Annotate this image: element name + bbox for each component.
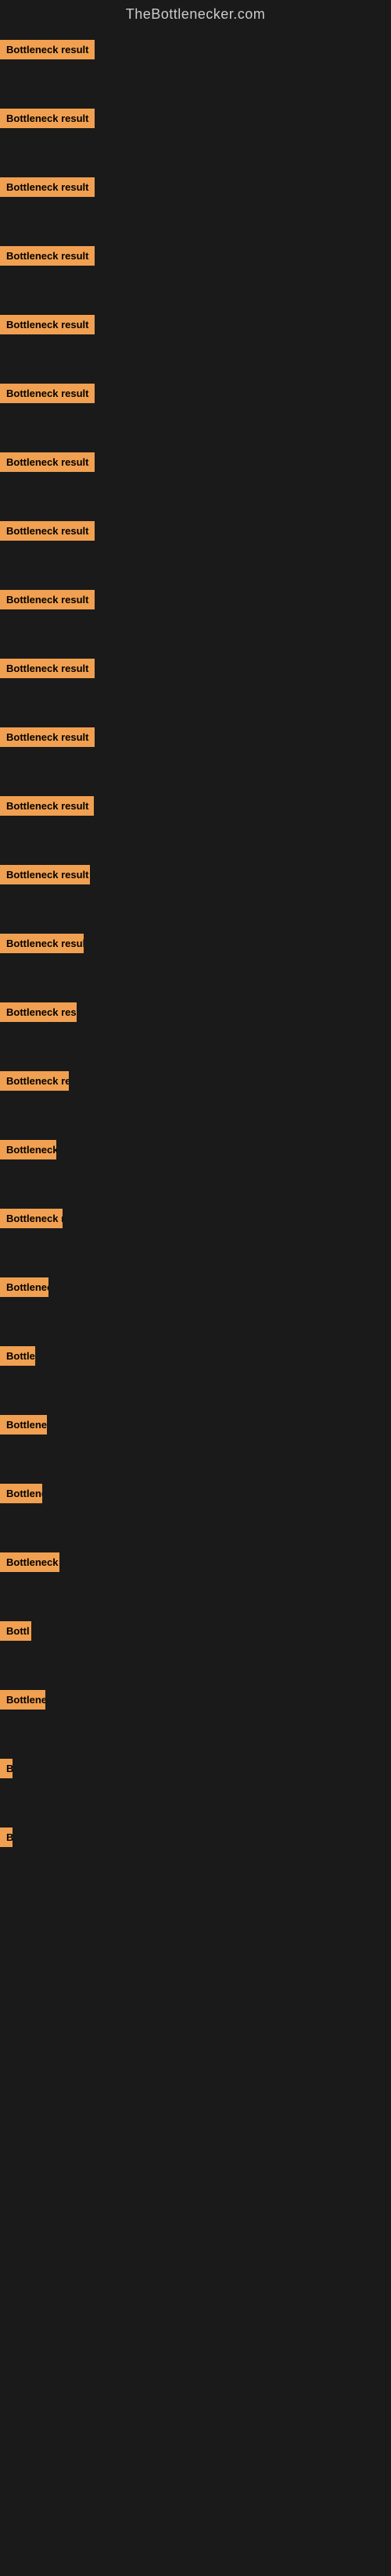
bottleneck-item: Bottleneck result [0,376,391,445]
bottleneck-badge: Bottleneck resu [0,1071,69,1091]
bottleneck-item: Bottleneck resu [0,1063,391,1132]
bottleneck-item: Bottleneck result [0,651,391,720]
bottleneck-badge: Bottle [0,1346,35,1366]
bottleneck-badge: Bottleneck result [0,315,95,334]
bottleneck-item: Bottleneck result [0,995,391,1063]
bottleneck-item: Bottlenec [0,1270,391,1338]
bottleneck-badge: Bottlenec [0,1277,48,1297]
bottleneck-badge: Bottleneck result [0,590,95,609]
bottleneck-badge: Bottleneck result [0,246,95,266]
bottleneck-item: Bottle [0,1338,391,1407]
bottleneck-badge: Bottlenec [0,1415,47,1434]
bottleneck-item: Bottleneck re [0,1201,391,1270]
bottleneck-badge: Bottleneck result [0,796,94,816]
bottleneck-badge: Bottleneck result [0,384,95,403]
bottleneck-item: Bottleneck result [0,170,391,238]
site-title: TheBottlenecker.com [0,0,391,32]
bottleneck-item: Bottleneck result [0,101,391,170]
bottleneck-item: Bottleneck [0,1132,391,1201]
bottleneck-badge: Bottleneck result [0,727,95,747]
bottleneck-badge: Bottleneck result [0,109,95,128]
bottleneck-badge: B [0,1827,13,1847]
bottleneck-badge: Bottleneck re [0,1209,63,1228]
bottleneck-item: Bottleneck result [0,582,391,651]
bottleneck-badge: Bottleneck result [0,1002,77,1022]
bottleneck-item: B [0,1751,391,1820]
bottleneck-item: Bottleneck result [0,788,391,857]
bottleneck-item: Bottl [0,1613,391,1682]
bottleneck-badge: Bottleneck [0,1140,56,1159]
bottleneck-item: Bottleneck result [0,32,391,101]
bottleneck-badge: Bottleneck result [0,659,95,678]
bottleneck-item: Bottleneck result [0,857,391,926]
bottleneck-item: Bottlenec [0,1407,391,1476]
bottleneck-badge: Bottlenec [0,1690,45,1710]
bottleneck-badge: Bottleneck result [0,934,84,953]
bottleneck-item: Bottleneck result [0,238,391,307]
bottleneck-item: Bottleneck result [0,445,391,513]
bottleneck-badge: Bottleneck result [0,40,95,59]
bottleneck-badge: B [0,1759,13,1778]
bottleneck-badge: Bottlend [0,1484,42,1503]
bottleneck-item: B [0,1820,391,1888]
bottleneck-item: Bottlenec [0,1682,391,1751]
bottleneck-badge: Bottl [0,1621,31,1641]
bottleneck-item: Bottleneck result [0,926,391,995]
bottleneck-badge: Bottleneck result [0,177,95,197]
bottleneck-item: Bottleneck r [0,1545,391,1613]
bottleneck-item: Bottleneck result [0,720,391,788]
bottleneck-badge: Bottleneck result [0,452,95,472]
bottleneck-badge: Bottleneck result [0,521,95,541]
bottleneck-item: Bottlend [0,1476,391,1545]
bottleneck-item: Bottleneck result [0,307,391,376]
bottleneck-badge: Bottleneck result [0,865,90,884]
bottleneck-badge: Bottleneck r [0,1552,59,1572]
bottleneck-item: Bottleneck result [0,513,391,582]
